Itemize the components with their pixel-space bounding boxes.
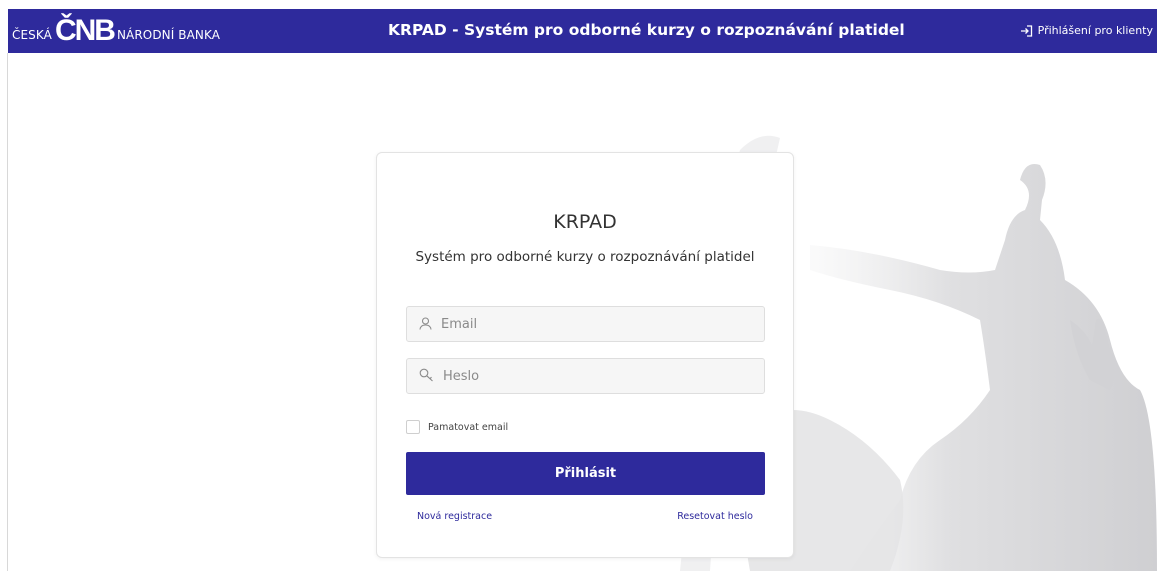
remember-email-checkbox[interactable] — [406, 420, 420, 434]
header-bar: ČESKÁ ČNB NÁRODNÍ BANKA KRPAD - Systém p… — [8, 9, 1157, 53]
left-border — [7, 53, 8, 571]
sign-in-icon — [1020, 24, 1033, 37]
remember-email[interactable]: Pamatovat email — [406, 420, 508, 434]
email-field[interactable] — [406, 306, 765, 342]
logo-text-left: ČESKÁ — [12, 27, 52, 42]
client-login-label: Přihlášení pro klienty — [1037, 24, 1153, 37]
email-input[interactable] — [441, 316, 741, 332]
login-card: KRPAD Systém pro odborné kurzy o rozpozn… — [376, 152, 794, 558]
logo-text-right: NÁRODNÍ BANKA — [116, 27, 221, 42]
login-page: ČESKÁ ČNB NÁRODNÍ BANKA KRPAD - Systém p… — [0, 0, 1157, 571]
reset-password-link[interactable]: Resetovat heslo — [677, 511, 753, 522]
password-field[interactable] — [406, 358, 765, 394]
login-subtitle: Systém pro odborné kurzy o rozpoznávání … — [415, 249, 755, 265]
remember-email-label: Pamatovat email — [428, 421, 509, 433]
login-button[interactable]: Přihlásit — [406, 452, 765, 495]
password-input[interactable] — [443, 368, 743, 384]
cnb-logo: ČESKÁ ČNB NÁRODNÍ BANKA — [12, 16, 220, 46]
logo-mark: ČNB — [54, 14, 116, 47]
key-icon — [419, 367, 434, 386]
app-title: KRPAD - Systém pro odborné kurzy o rozpo… — [388, 21, 905, 39]
client-login-link[interactable]: Přihlášení pro klienty — [1020, 24, 1153, 37]
login-title: KRPAD — [553, 211, 617, 233]
user-icon — [419, 315, 432, 334]
new-registration-link[interactable]: Nová registrace — [417, 511, 492, 522]
